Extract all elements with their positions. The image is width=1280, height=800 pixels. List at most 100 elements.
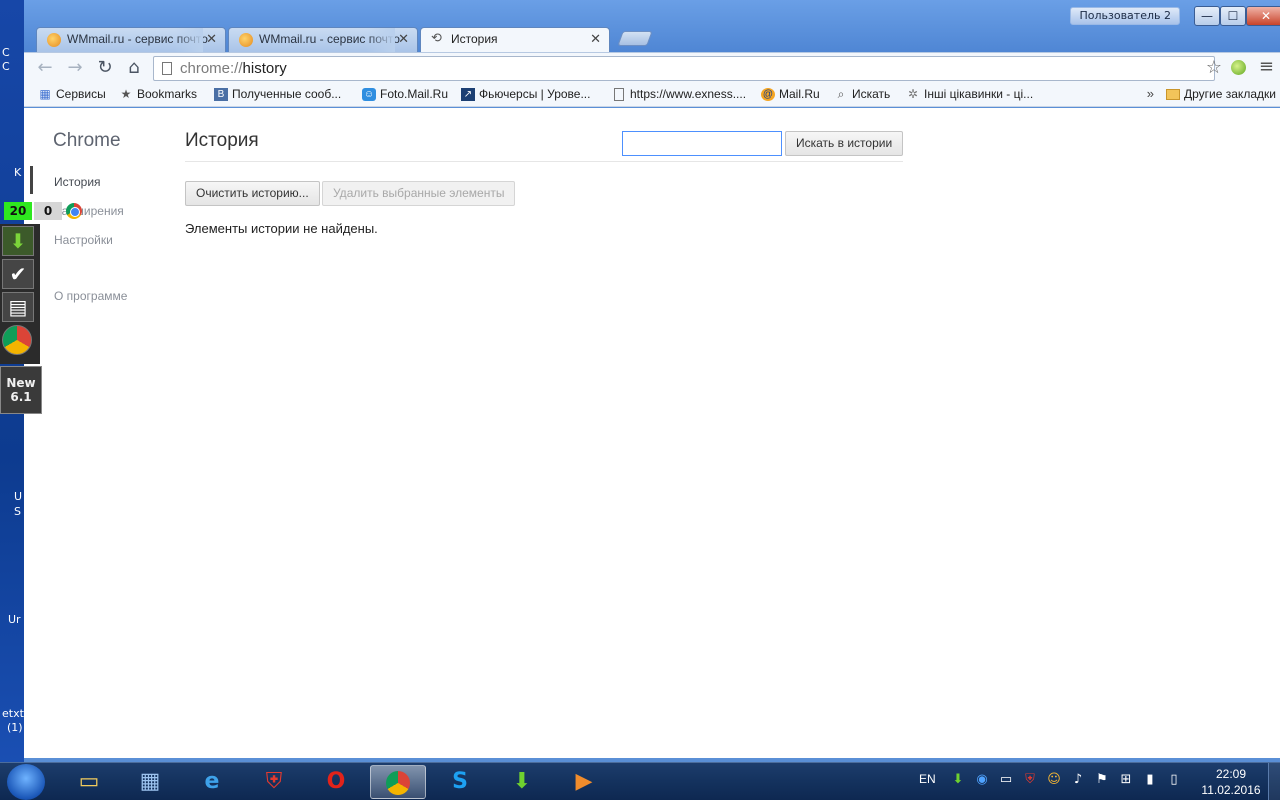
reload-icon[interactable]: ↻ xyxy=(94,58,116,78)
internet-explorer-icon[interactable]: e xyxy=(184,765,240,799)
desktop-label: K xyxy=(14,166,22,179)
book-icon[interactable]: ▤ xyxy=(2,292,34,322)
volume-icon[interactable]: ♪ xyxy=(1070,772,1086,788)
mailru-icon: @ xyxy=(761,88,775,101)
explorer-icon[interactable]: ▭ xyxy=(61,765,117,799)
bookmark-item[interactable]: ⌕ Искать xyxy=(834,87,891,101)
clock-date: 11.02.2016 xyxy=(1201,783,1261,797)
desktop-label: C xyxy=(2,60,10,73)
close-window-button[interactable]: ✕ xyxy=(1246,6,1280,26)
bookmark-item[interactable]: ✲ Інші цікавинки - ці... xyxy=(906,87,1033,101)
other-bookmarks-folder[interactable]: Другие закладки xyxy=(1166,87,1276,101)
desktop-label: (1) xyxy=(7,721,23,734)
chrome-menu-icon[interactable]: ≡ xyxy=(1259,56,1274,77)
windows-taskbar: ▭ ▦ e ⛨ O S ⬇ ▶ EN ⬇ ◉ ▭ ⛨ ☺ ♪ ⚑ ⊞ ▮ ▯ 2… xyxy=(0,762,1280,800)
close-tab-icon[interactable]: ✕ xyxy=(206,31,217,47)
history-clock-icon: ⟲ xyxy=(431,30,442,45)
minimize-button[interactable]: — xyxy=(1194,6,1220,26)
url-path: history xyxy=(242,60,287,77)
close-tab-icon[interactable]: ✕ xyxy=(398,31,409,47)
remove-selected-button: Удалить выбранные элементы xyxy=(322,181,516,206)
new-tab-button[interactable] xyxy=(617,31,653,46)
opera-icon[interactable]: O xyxy=(308,765,364,799)
extension-globe-icon[interactable] xyxy=(1231,60,1246,75)
tray-emoji-icon[interactable]: ☺ xyxy=(1046,772,1062,788)
download-arrow-icon[interactable]: ⬇ xyxy=(2,226,34,256)
wmmail-favicon-icon xyxy=(239,33,253,47)
back-arrow-icon[interactable]: ← xyxy=(34,58,56,78)
clock-time: 22:09 xyxy=(1215,767,1247,781)
sidebar-item-settings[interactable]: Настройки xyxy=(54,233,113,247)
side-dock-panel: ⬇ ✔ ▤ xyxy=(0,224,40,364)
bookmark-item[interactable]: B Полученные сооб... xyxy=(214,87,341,101)
action-center-flag-icon[interactable]: ⚑ xyxy=(1094,772,1110,788)
profile-button[interactable]: Пользователь 2 xyxy=(1070,7,1180,25)
skype-icon[interactable]: S xyxy=(432,765,488,799)
tray-shield-icon[interactable]: ⛨ xyxy=(1022,772,1038,788)
power-icon[interactable]: ▯ xyxy=(1166,772,1182,788)
sidebar-item-about[interactable]: О программе xyxy=(54,289,127,303)
star-icon: ★ xyxy=(120,87,132,101)
smile-icon: ☺ xyxy=(362,88,376,101)
tab-wmmail-1[interactable]: WMmail.ru - сервис почто ✕ xyxy=(36,27,226,52)
chrome-logo-icon[interactable] xyxy=(66,203,82,219)
tray-monitor-icon[interactable]: ▭ xyxy=(998,772,1014,788)
windows-icon[interactable]: ⊞ xyxy=(1118,772,1134,788)
bookmark-item[interactable]: ↗ Фьючерсы | Урове... xyxy=(461,87,590,101)
apps-grid-icon: ▦ xyxy=(39,87,51,101)
url-scheme: chrome:// xyxy=(180,60,243,77)
close-tab-icon[interactable]: ✕ xyxy=(590,31,601,47)
maximize-button[interactable]: ☐ xyxy=(1220,6,1246,26)
bookmark-item[interactable]: ★ Bookmarks xyxy=(119,87,197,101)
desktop-label: Ur xyxy=(8,613,21,626)
download-icon[interactable]: ⬇ xyxy=(494,765,550,799)
sidebar-item-history[interactable]: История xyxy=(54,175,101,189)
bookmarks-bar: ▦ Сервисы ★ Bookmarks B Полученные сооб.… xyxy=(24,83,1280,107)
bookmark-item[interactable]: ☺ Foto.Mail.Ru xyxy=(362,87,448,101)
vk-icon: B xyxy=(214,88,228,101)
tag-check-icon[interactable]: ✔ xyxy=(2,259,34,289)
network-signal-icon[interactable]: ▮ xyxy=(1142,772,1158,788)
home-icon[interactable]: ⌂ xyxy=(123,58,145,78)
tab-title: История xyxy=(451,32,498,46)
new-version-badge[interactable]: New 6.1 xyxy=(0,366,42,414)
forward-arrow-icon[interactable]: → xyxy=(64,58,86,78)
address-bar[interactable]: chrome://history xyxy=(153,56,1215,81)
control-panel-icon[interactable]: ▦ xyxy=(122,765,178,799)
tab-history[interactable]: ⟲ История ✕ xyxy=(420,27,610,52)
wmmail-favicon-icon xyxy=(47,33,61,47)
bookmark-item[interactable]: @ Mail.Ru xyxy=(761,87,820,101)
clear-history-button[interactable]: Очистить историю... xyxy=(185,181,320,206)
overlay-counter-widget: 20 0 xyxy=(4,202,84,220)
page-icon xyxy=(162,62,172,75)
tray-download-icon[interactable]: ⬇ xyxy=(950,772,966,788)
empty-history-message: Элементы истории не найдены. xyxy=(185,221,378,236)
tray-teamviewer-icon[interactable]: ◉ xyxy=(974,772,990,788)
browser-toolbar: ← → ↻ ⌂ chrome://history ☆ ≡ xyxy=(24,52,1280,83)
history-search-input[interactable] xyxy=(622,131,782,156)
tab-wmmail-2[interactable]: WMmail.ru - сервис почто ✕ xyxy=(228,27,418,52)
history-page: Chrome История Расширения Настройки О пр… xyxy=(24,108,1280,758)
language-indicator[interactable]: EN xyxy=(919,772,936,786)
media-player-icon[interactable]: ▶ xyxy=(556,765,612,799)
bookmark-item[interactable]: ▦ Сервисы xyxy=(38,87,105,101)
bookmarks-overflow-chevron-icon[interactable]: » xyxy=(1147,86,1154,101)
chrome-icon[interactable] xyxy=(2,325,32,355)
search-history-button[interactable]: Искать в истории xyxy=(785,131,904,156)
system-clock[interactable]: 22:09 11.02.2016 xyxy=(1198,766,1264,798)
title-bar[interactable]: Пользователь 2 — ☐ ✕ WMmail.ru - сервис … xyxy=(24,0,1280,52)
chrome-icon[interactable] xyxy=(370,765,426,799)
start-button[interactable] xyxy=(7,764,45,800)
bookmark-star-icon[interactable]: ☆ xyxy=(1206,57,1222,78)
shield-icon[interactable]: ⛨ xyxy=(246,765,302,799)
chrome-window: Пользователь 2 — ☐ ✕ WMmail.ru - сервис … xyxy=(24,0,1280,762)
counter-gray[interactable]: 0 xyxy=(34,202,62,220)
bookmark-item[interactable]: https://www.exness.... xyxy=(612,87,746,101)
chart-icon: ↗ xyxy=(461,88,475,101)
counter-green[interactable]: 20 xyxy=(4,202,32,220)
sidebar-title: Chrome xyxy=(53,130,121,151)
header-divider xyxy=(185,161,903,162)
show-desktop-button[interactable] xyxy=(1268,763,1280,800)
page-title: История xyxy=(185,130,259,151)
sidebar-selection-indicator xyxy=(30,166,33,194)
